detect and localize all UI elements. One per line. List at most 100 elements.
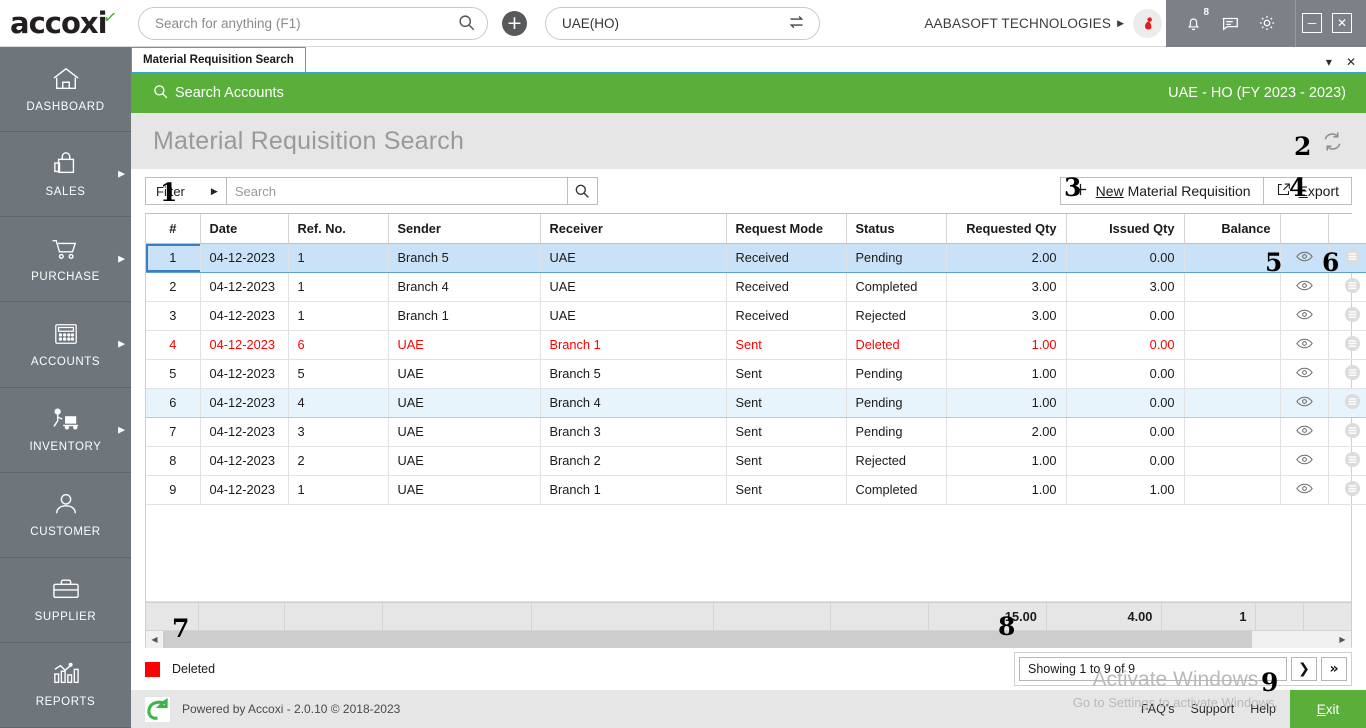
- table-row[interactable]: 8 04-12-2023 2 UAE Branch 2 Sent Rejecte…: [146, 446, 1366, 476]
- horizontal-scrollbar[interactable]: ◀ ▶: [146, 630, 1351, 648]
- eye-icon[interactable]: [1295, 366, 1313, 379]
- scroll-track[interactable]: [163, 630, 1334, 648]
- faq-link[interactable]: FAQ's: [1141, 702, 1175, 716]
- col-header-issued-qty[interactable]: Issued Qty: [1066, 214, 1185, 244]
- cell-actions[interactable]: [1328, 446, 1366, 476]
- tab-material-requisition-search[interactable]: Material Requisition Search: [131, 47, 306, 72]
- export-button[interactable]: Export: [1263, 177, 1352, 205]
- cell-actions[interactable]: [1328, 272, 1366, 302]
- exit-button[interactable]: Exit: [1290, 690, 1366, 728]
- scroll-left-icon[interactable]: ◀: [146, 630, 163, 648]
- row-menu-icon[interactable]: [1344, 306, 1361, 323]
- cell-balance: [1184, 243, 1281, 273]
- eye-icon[interactable]: [1295, 424, 1313, 437]
- table-row[interactable]: 6 04-12-2023 4 UAE Branch 4 Sent Pending…: [146, 387, 1366, 418]
- minimize-button[interactable]: ─: [1302, 13, 1322, 33]
- sidebar-item-supplier[interactable]: SUPPLIER: [0, 558, 131, 643]
- cell-actions[interactable]: [1328, 243, 1366, 273]
- col-header-balance[interactable]: Balance: [1184, 214, 1281, 244]
- cell-actions[interactable]: [1328, 387, 1366, 418]
- search-button[interactable]: [566, 178, 597, 204]
- banner-left[interactable]: Search Accounts: [153, 84, 284, 103]
- cell-view[interactable]: [1280, 417, 1329, 447]
- col-header-ref-no[interactable]: Ref. No.: [288, 214, 389, 244]
- tab-close-icon[interactable]: ✕: [1346, 55, 1356, 69]
- gear-icon[interactable]: [1257, 13, 1277, 33]
- table-row[interactable]: 3 04-12-2023 1 Branch 1 UAE Received Rej…: [146, 301, 1366, 331]
- cell-actions[interactable]: [1328, 330, 1366, 360]
- cell-actions[interactable]: [1328, 417, 1366, 447]
- cell-view[interactable]: [1280, 330, 1329, 360]
- cell-no: 7: [146, 417, 201, 447]
- help-link[interactable]: Help: [1250, 702, 1276, 716]
- cell-view[interactable]: [1280, 243, 1329, 273]
- col-header-sender[interactable]: Sender: [388, 214, 541, 244]
- notification-bell-icon[interactable]: 8: [1184, 7, 1209, 33]
- eye-icon[interactable]: [1295, 337, 1313, 350]
- eye-icon[interactable]: [1295, 250, 1313, 263]
- table-row[interactable]: 5 04-12-2023 5 UAE Branch 5 Sent Pending…: [146, 359, 1366, 389]
- support-link[interactable]: Support: [1191, 702, 1235, 716]
- global-search-input[interactable]: [138, 6, 488, 40]
- refresh-icon[interactable]: [1321, 130, 1344, 153]
- table-row[interactable]: 9 04-12-2023 1 UAE Branch 1 Sent Complet…: [146, 475, 1366, 505]
- cell-actions[interactable]: [1328, 301, 1366, 331]
- sidebar-item-reports[interactable]: REPORTS: [0, 643, 131, 728]
- sidebar-item-customer[interactable]: CUSTOMER: [0, 473, 131, 558]
- table-row[interactable]: 1 04-12-2023 1 Branch 5 UAE Received Pen…: [146, 243, 1366, 273]
- table-row[interactable]: 4 04-12-2023 6 UAE Branch 1 Sent Deleted…: [146, 330, 1366, 360]
- scroll-thumb[interactable]: [163, 630, 1253, 648]
- sidebar-item-sales[interactable]: SALES ▶: [0, 132, 131, 218]
- close-button[interactable]: ✕: [1332, 13, 1352, 33]
- row-menu-icon[interactable]: [1344, 480, 1361, 497]
- col-header-no[interactable]: #: [146, 214, 201, 244]
- col-header-date[interactable]: Date: [200, 214, 289, 244]
- row-menu-icon[interactable]: [1344, 393, 1361, 410]
- sidebar-item-label: INVENTORY: [29, 441, 102, 454]
- eye-icon[interactable]: [1295, 482, 1313, 495]
- filter-dropdown[interactable]: Filter ▶: [146, 178, 227, 204]
- cell-view[interactable]: [1280, 475, 1329, 505]
- cell-view[interactable]: [1280, 446, 1329, 476]
- col-header-requested-qty[interactable]: Requested Qty: [946, 214, 1067, 244]
- sidebar-item-accounts[interactable]: ACCOUNTS ▶: [0, 302, 131, 388]
- cell-receiver: UAE: [540, 301, 727, 331]
- tab-dropdown-icon[interactable]: ▾: [1326, 55, 1332, 69]
- new-material-requisition-button[interactable]: New Material Requisition: [1059, 177, 1264, 205]
- row-menu-icon[interactable]: [1344, 335, 1361, 352]
- eye-icon[interactable]: [1295, 279, 1313, 292]
- sidebar-item-inventory[interactable]: INVENTORY ▶: [0, 388, 131, 473]
- cell-view[interactable]: [1280, 359, 1329, 389]
- cell-view[interactable]: [1280, 301, 1329, 331]
- search-input[interactable]: [226, 178, 567, 204]
- eye-icon[interactable]: [1295, 395, 1313, 408]
- switch-branch-icon[interactable]: [787, 13, 806, 37]
- row-menu-icon[interactable]: [1344, 248, 1361, 265]
- scroll-right-icon[interactable]: ▶: [1334, 630, 1351, 648]
- branch-selector[interactable]: UAE(HO): [545, 6, 820, 40]
- search-icon[interactable]: [458, 14, 475, 36]
- next-page-button[interactable]: ❯: [1291, 657, 1317, 681]
- col-header-receiver[interactable]: Receiver: [540, 214, 727, 244]
- cell-view[interactable]: [1280, 272, 1329, 302]
- cell-view[interactable]: [1280, 387, 1329, 418]
- sidebar-item-dashboard[interactable]: DASHBOARD: [0, 47, 131, 133]
- row-menu-icon[interactable]: [1344, 451, 1361, 468]
- messages-icon[interactable]: [1220, 13, 1240, 33]
- sidebar-item-purchase[interactable]: PURCHASE ▶: [0, 217, 131, 303]
- company-area[interactable]: AABASOFT TECHNOLOGIES ▶: [924, 8, 1166, 38]
- avatar[interactable]: [1133, 8, 1162, 38]
- last-page-button[interactable]: »: [1321, 657, 1347, 681]
- table-row[interactable]: 2 04-12-2023 1 Branch 4 UAE Received Com…: [146, 272, 1366, 302]
- row-menu-icon[interactable]: [1344, 364, 1361, 381]
- col-header-request-mode[interactable]: Request Mode: [726, 214, 847, 244]
- add-new-button[interactable]: +: [502, 10, 527, 36]
- eye-icon[interactable]: [1295, 308, 1313, 321]
- eye-icon[interactable]: [1295, 453, 1313, 466]
- col-header-status[interactable]: Status: [846, 214, 947, 244]
- table-row[interactable]: 7 04-12-2023 3 UAE Branch 3 Sent Pending…: [146, 417, 1366, 447]
- cell-actions[interactable]: [1328, 359, 1366, 389]
- row-menu-icon[interactable]: [1344, 277, 1361, 294]
- row-menu-icon[interactable]: [1344, 422, 1361, 439]
- cell-actions[interactable]: [1328, 475, 1366, 505]
